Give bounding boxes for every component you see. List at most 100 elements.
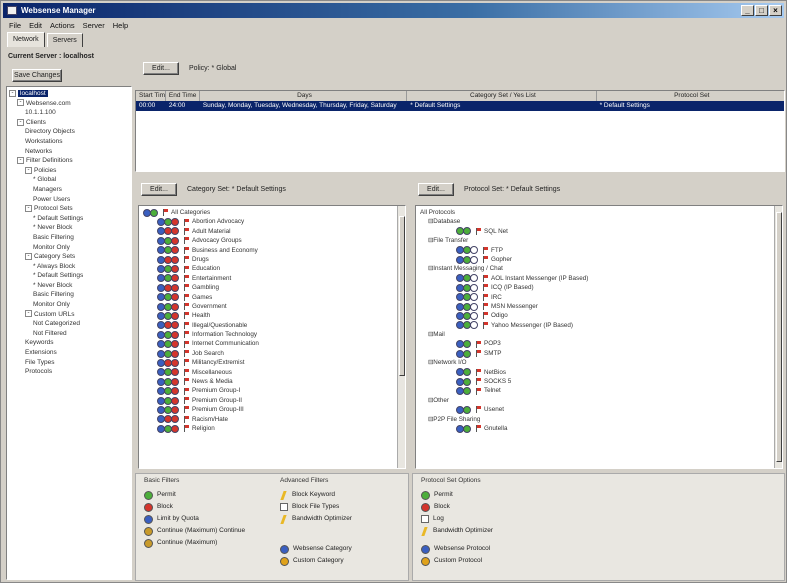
tree-node[interactable]: - Filter Definitions (9, 156, 129, 166)
tree-node[interactable]: * Global (9, 175, 129, 185)
tree-node[interactable]: - Category Sets (9, 252, 129, 262)
col-days[interactable]: Days (200, 91, 408, 101)
tree-node[interactable]: * Default Settings (9, 271, 129, 281)
category-item[interactable]: Abortion Advocacy (143, 217, 401, 227)
protocol-item[interactable]: NetBios (420, 368, 778, 377)
tree-node[interactable]: Not Categorized (9, 319, 129, 329)
category-item[interactable]: Health (143, 311, 401, 320)
protocol-item[interactable]: Yahoo Messenger (IP Based) (420, 321, 778, 330)
table-row[interactable]: 00:00 24:00 Sunday, Monday, Tuesday, Wed… (136, 101, 784, 111)
category-edit-button[interactable]: Edit... (141, 182, 177, 196)
category-item[interactable]: Militancy/Extremist (143, 358, 401, 367)
tree-node[interactable]: - Protocol Sets (9, 204, 129, 214)
protocol-item[interactable]: MSN Messenger (420, 302, 778, 311)
protocol-group[interactable]: ⊟ Mail (420, 330, 778, 339)
category-item[interactable]: Drugs (143, 255, 401, 264)
menu-actions[interactable]: Actions (50, 21, 75, 30)
category-item[interactable]: Religion (143, 424, 401, 433)
tree-node[interactable]: 10.1.1.100 (9, 108, 129, 118)
tree-node[interactable]: Managers (9, 185, 129, 195)
tree-node[interactable]: Basic Filtering (9, 290, 129, 300)
protocol-group[interactable]: ⊟ Network I/O (420, 358, 778, 367)
tree-node[interactable]: Not Filtered (9, 329, 129, 339)
tree-node[interactable]: Networks (9, 147, 129, 157)
tree-node[interactable]: * Never Block (9, 223, 129, 233)
tree-node[interactable]: Workstations (9, 137, 129, 147)
tree-node[interactable]: Power Users (9, 195, 129, 205)
menu-file[interactable]: File (9, 21, 21, 30)
col-end-time[interactable]: End Time (166, 91, 200, 101)
protocol-group[interactable]: ⊟ Database (420, 217, 778, 226)
category-item[interactable]: Premium Group-II (143, 396, 401, 405)
scroll-thumb[interactable] (776, 212, 782, 462)
scroll-thumb[interactable] (399, 216, 405, 376)
category-item[interactable]: Adult Material (143, 227, 401, 236)
category-item[interactable]: Premium Group-I (143, 386, 401, 396)
tree-node[interactable]: * Never Block (9, 281, 129, 291)
category-root[interactable]: All Categories (143, 208, 401, 217)
tree-node[interactable]: - localhost (9, 89, 129, 99)
expand-toggle-icon[interactable]: - (25, 166, 32, 174)
tree-node[interactable]: Monitor Only (9, 300, 129, 310)
tree-node[interactable]: - Custom URLs (9, 310, 129, 320)
maximize-button[interactable]: □ (755, 5, 768, 16)
protocol-item[interactable]: POP3 (420, 339, 778, 349)
protocol-item[interactable]: Telnet (420, 386, 778, 396)
protocol-item[interactable]: SMTP (420, 349, 778, 358)
menu-edit[interactable]: Edit (29, 21, 42, 30)
protocol-root[interactable]: All Protocols (420, 208, 778, 217)
category-item[interactable]: Miscellaneous (143, 368, 401, 377)
protocol-item[interactable]: SOCKS 5 (420, 377, 778, 386)
tree-node[interactable]: Monitor Only (9, 243, 129, 253)
tree-node[interactable]: Basic Filtering (9, 233, 129, 243)
category-item[interactable]: Education (143, 264, 401, 274)
tree-node[interactable]: - Policies (9, 166, 129, 176)
tab-servers[interactable]: Servers (46, 33, 83, 47)
tree-node[interactable]: * Always Block (9, 262, 129, 272)
tree-node[interactable]: - Websense.com (9, 99, 129, 109)
protocol-item[interactable]: AOL Instant Messenger (IP Based) (420, 274, 778, 283)
expand-toggle-icon[interactable]: - (25, 310, 32, 318)
category-item[interactable]: Business and Economy (143, 246, 401, 255)
protocol-group[interactable]: ⊟ File Transfer (420, 236, 778, 245)
tree-node[interactable]: * Default Settings (9, 214, 129, 224)
tree-node[interactable]: Keywords (9, 338, 129, 348)
menu-server[interactable]: Server (83, 21, 105, 30)
category-item[interactable]: Advocacy Groups (143, 236, 401, 245)
expand-toggle-icon[interactable]: - (25, 204, 32, 212)
close-button[interactable]: × (769, 5, 782, 16)
expand-toggle-icon[interactable]: - (17, 118, 24, 126)
category-item[interactable]: Games (143, 293, 401, 302)
protocol-item[interactable]: FTP (420, 246, 778, 255)
protocol-item[interactable]: Odigo (420, 311, 778, 320)
col-protocol-set[interactable]: Protocol Set (597, 91, 784, 101)
tab-network[interactable]: Network (7, 32, 45, 47)
protocol-group[interactable]: ⊟ Other (420, 396, 778, 405)
category-scrollbar[interactable] (397, 206, 405, 468)
protocol-group[interactable]: ⊟ Instant Messaging / Chat (420, 264, 778, 273)
col-start-time[interactable]: Start Time (136, 91, 166, 101)
protocol-item[interactable]: Gopher (420, 255, 778, 264)
protocol-item[interactable]: Usenet (420, 405, 778, 414)
tree-node[interactable]: Protocols (9, 367, 129, 377)
protocol-item[interactable]: IRC (420, 293, 778, 302)
expand-toggle-icon[interactable]: - (17, 156, 24, 164)
category-item[interactable]: Illegal/Questionable (143, 321, 401, 330)
protocol-item[interactable]: ICQ (IP Based) (420, 283, 778, 292)
menu-help[interactable]: Help (113, 21, 128, 30)
category-item[interactable]: Job Search (143, 349, 401, 358)
tree-node[interactable]: Extensions (9, 348, 129, 358)
category-item[interactable]: Internet Communication (143, 339, 401, 349)
tree-node[interactable]: Directory Objects (9, 127, 129, 137)
category-item[interactable]: Gambling (143, 283, 401, 292)
expand-toggle-icon[interactable]: - (25, 252, 32, 260)
protocol-item[interactable]: SQL Net (420, 227, 778, 236)
expand-toggle-icon[interactable]: - (17, 99, 24, 107)
protocol-edit-button[interactable]: Edit... (418, 182, 454, 196)
category-item[interactable]: Premium Group-III (143, 405, 401, 414)
protocol-item[interactable]: Gnutella (420, 424, 778, 433)
category-item[interactable]: News & Media (143, 377, 401, 386)
category-item[interactable]: Information Technology (143, 330, 401, 339)
category-item[interactable]: Entertainment (143, 274, 401, 283)
col-category-set[interactable]: Category Set / Yes List (407, 91, 597, 101)
